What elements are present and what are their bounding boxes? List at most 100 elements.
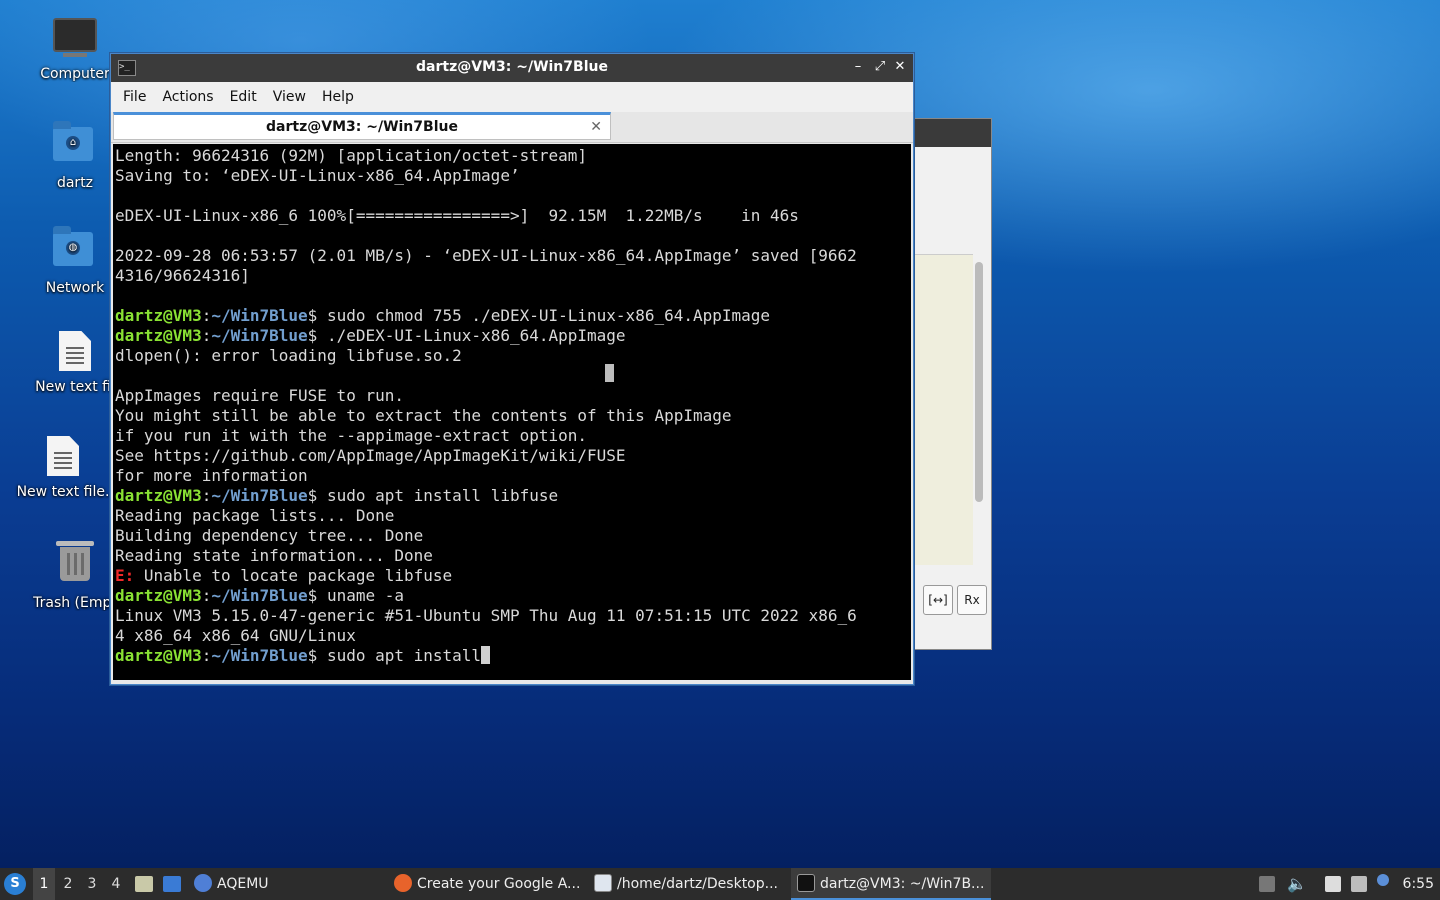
prompt-path: ~/Win7Blue xyxy=(211,306,308,325)
command-line: $ ./eDEX-UI-Linux-x86_64.AppImage xyxy=(307,326,626,345)
show-desktop-icon[interactable] xyxy=(161,868,183,900)
text-cursor xyxy=(481,646,491,664)
desktop-icon-label: New text fil xyxy=(35,379,115,395)
text-file-icon xyxy=(41,436,85,480)
output-line: eDEX-UI-Linux-x86_6 100%[===============… xyxy=(115,206,799,225)
prompt-user: dartz@VM3 xyxy=(115,646,202,665)
clock[interactable]: 6:55 xyxy=(1403,868,1434,900)
output-line: dlopen(): error loading libfuse.so.2 xyxy=(115,346,462,365)
taskbar: S 1 2 3 4 AQEMU Create your Google A... … xyxy=(0,868,1440,900)
home-folder-icon: ⌂ xyxy=(53,121,97,171)
menu-edit[interactable]: Edit xyxy=(222,89,265,105)
text-file-icon xyxy=(53,331,97,375)
output-line: Reading state information... Done xyxy=(115,546,433,565)
prompt-path: ~/Win7Blue xyxy=(211,326,308,345)
prompt-path: ~/Win7Blue xyxy=(211,646,308,665)
aqemu-icon xyxy=(194,874,212,892)
menu-help[interactable]: Help xyxy=(314,89,362,105)
output-line: 4 x86_64 x86_64 GNU/Linux xyxy=(115,626,356,645)
output-line: Building dependency tree... Done xyxy=(115,526,424,545)
firefox-icon xyxy=(394,874,412,892)
background-window-pane xyxy=(915,254,973,565)
tab-terminal[interactable]: dartz@VM3: ~/Win7Blue ✕ xyxy=(113,112,611,140)
prompt-user: dartz@VM3 xyxy=(115,586,202,605)
prompt-separator: : xyxy=(201,486,212,505)
menu-actions[interactable]: Actions xyxy=(154,89,221,105)
output-line: See https://github.com/AppImage/AppImage… xyxy=(115,446,626,465)
start-menu-button[interactable]: S xyxy=(4,868,30,900)
aqemu-launcher[interactable]: AQEMU xyxy=(194,868,334,900)
command-line: $ sudo chmod 755 ./eDEX-UI-Linux-x86_64.… xyxy=(307,306,771,325)
background-window-button-2[interactable]: Rx xyxy=(957,585,987,615)
prompt-path: ~/Win7Blue xyxy=(211,486,308,505)
mouse-ibeam-cursor xyxy=(605,364,614,382)
scrollbar[interactable] xyxy=(975,262,983,502)
task-text-editor[interactable]: /home/dartz/Desktop... xyxy=(594,868,786,900)
prompt-separator: : xyxy=(201,586,212,605)
terminal-output[interactable]: Length: 96624316 (92M) [application/octe… xyxy=(113,144,911,680)
prompt-separator: : xyxy=(201,326,212,345)
prompt-user: dartz@VM3 xyxy=(115,306,202,325)
menu-view[interactable]: View xyxy=(265,89,314,105)
trash-icon xyxy=(53,541,97,591)
background-window-button-1[interactable]: [↔] xyxy=(923,585,953,615)
output-line: Linux VM3 5.15.0-47-generic #51-Ubuntu S… xyxy=(115,606,857,625)
error-prefix: E: xyxy=(115,566,135,585)
network-status-icon[interactable] xyxy=(1351,868,1367,900)
task-firefox[interactable]: Create your Google A... xyxy=(394,868,586,900)
tray-arrow-icon[interactable] xyxy=(1259,868,1275,900)
desktop-icon-label: Trash (Empt xyxy=(33,595,117,611)
desktop-icon-label: Network xyxy=(45,280,105,296)
volume-icon[interactable]: 🔈 xyxy=(1287,868,1307,900)
workspace-3[interactable]: 3 xyxy=(81,868,103,900)
output-line: 4316/96624316] xyxy=(115,266,250,285)
tab-title: dartz@VM3: ~/Win7Blue xyxy=(266,119,458,135)
aqemu-label: AQEMU xyxy=(217,876,269,892)
terminal-titlebar[interactable]: >_ dartz@VM3: ~/Win7Blue – ⤢ ✕ xyxy=(111,54,913,82)
output-line: You might still be able to extract the c… xyxy=(115,406,732,425)
command-input[interactable]: $ sudo apt install xyxy=(308,646,481,665)
prompt-separator: : xyxy=(201,646,212,665)
desktop-icon-label: Computer xyxy=(40,66,110,82)
task-terminal[interactable]: dartz@VM3: ~/Win7B... xyxy=(791,868,991,900)
clipboard-icon[interactable] xyxy=(1325,868,1341,900)
output-line: AppImages require FUSE to run. xyxy=(115,386,404,405)
desktop-icon-text-file-2[interactable]: New text file. xyxy=(8,436,118,500)
task-label: Create your Google A... xyxy=(417,876,581,892)
maximize-icon[interactable]: ⤢ xyxy=(871,58,889,76)
output-line: 2022-09-28 06:53:57 (2.01 MB/s) - ‘eDEX-… xyxy=(115,246,857,265)
computer-icon xyxy=(53,18,97,62)
desktop-icon-label: New text file. xyxy=(16,484,110,500)
command-line: $ uname -a xyxy=(307,586,404,605)
menu-bar: File Actions Edit View Help xyxy=(111,82,913,112)
tab-bar: dartz@VM3: ~/Win7Blue ✕ xyxy=(111,112,913,143)
workspace-4[interactable]: 4 xyxy=(105,868,127,900)
output-line: if you run it with the --appimage-extrac… xyxy=(115,426,588,445)
terminal-window[interactable]: >_ dartz@VM3: ~/Win7Blue – ⤢ ✕ File Acti… xyxy=(110,53,914,685)
output-line: Length: 96624316 (92M) [application/octe… xyxy=(115,146,588,165)
output-line: Saving to: ‘eDEX-UI-Linux-x86_64.AppImag… xyxy=(115,166,520,185)
network-folder-icon: ◍ xyxy=(53,226,97,276)
desktop-icon-label: dartz xyxy=(56,175,94,191)
lubuntu-logo-icon: S xyxy=(4,873,26,895)
tab-close-icon[interactable]: ✕ xyxy=(590,117,602,137)
window-title: dartz@VM3: ~/Win7Blue xyxy=(416,59,608,75)
background-window[interactable]: [↔] Rx xyxy=(912,118,992,650)
workspace-2[interactable]: 2 xyxy=(57,868,79,900)
output-line: Reading package lists... Done xyxy=(115,506,395,525)
background-window-titlebar[interactable] xyxy=(913,119,991,147)
task-label: /home/dartz/Desktop... xyxy=(617,876,778,892)
terminal-icon xyxy=(797,874,815,892)
close-icon[interactable]: ✕ xyxy=(891,58,909,76)
file-manager-icon[interactable] xyxy=(133,868,155,900)
notification-icon[interactable] xyxy=(1377,868,1389,900)
prompt-path: ~/Win7Blue xyxy=(211,586,308,605)
workspace-1[interactable]: 1 xyxy=(33,868,55,900)
text-editor-icon xyxy=(594,874,612,892)
output-line: for more information xyxy=(115,466,308,485)
task-label: dartz@VM3: ~/Win7B... xyxy=(820,876,985,892)
minimize-icon[interactable]: – xyxy=(849,58,867,76)
menu-file[interactable]: File xyxy=(115,89,154,105)
prompt-user: dartz@VM3 xyxy=(115,326,202,345)
output-line: Unable to locate package libfuse xyxy=(134,566,453,585)
